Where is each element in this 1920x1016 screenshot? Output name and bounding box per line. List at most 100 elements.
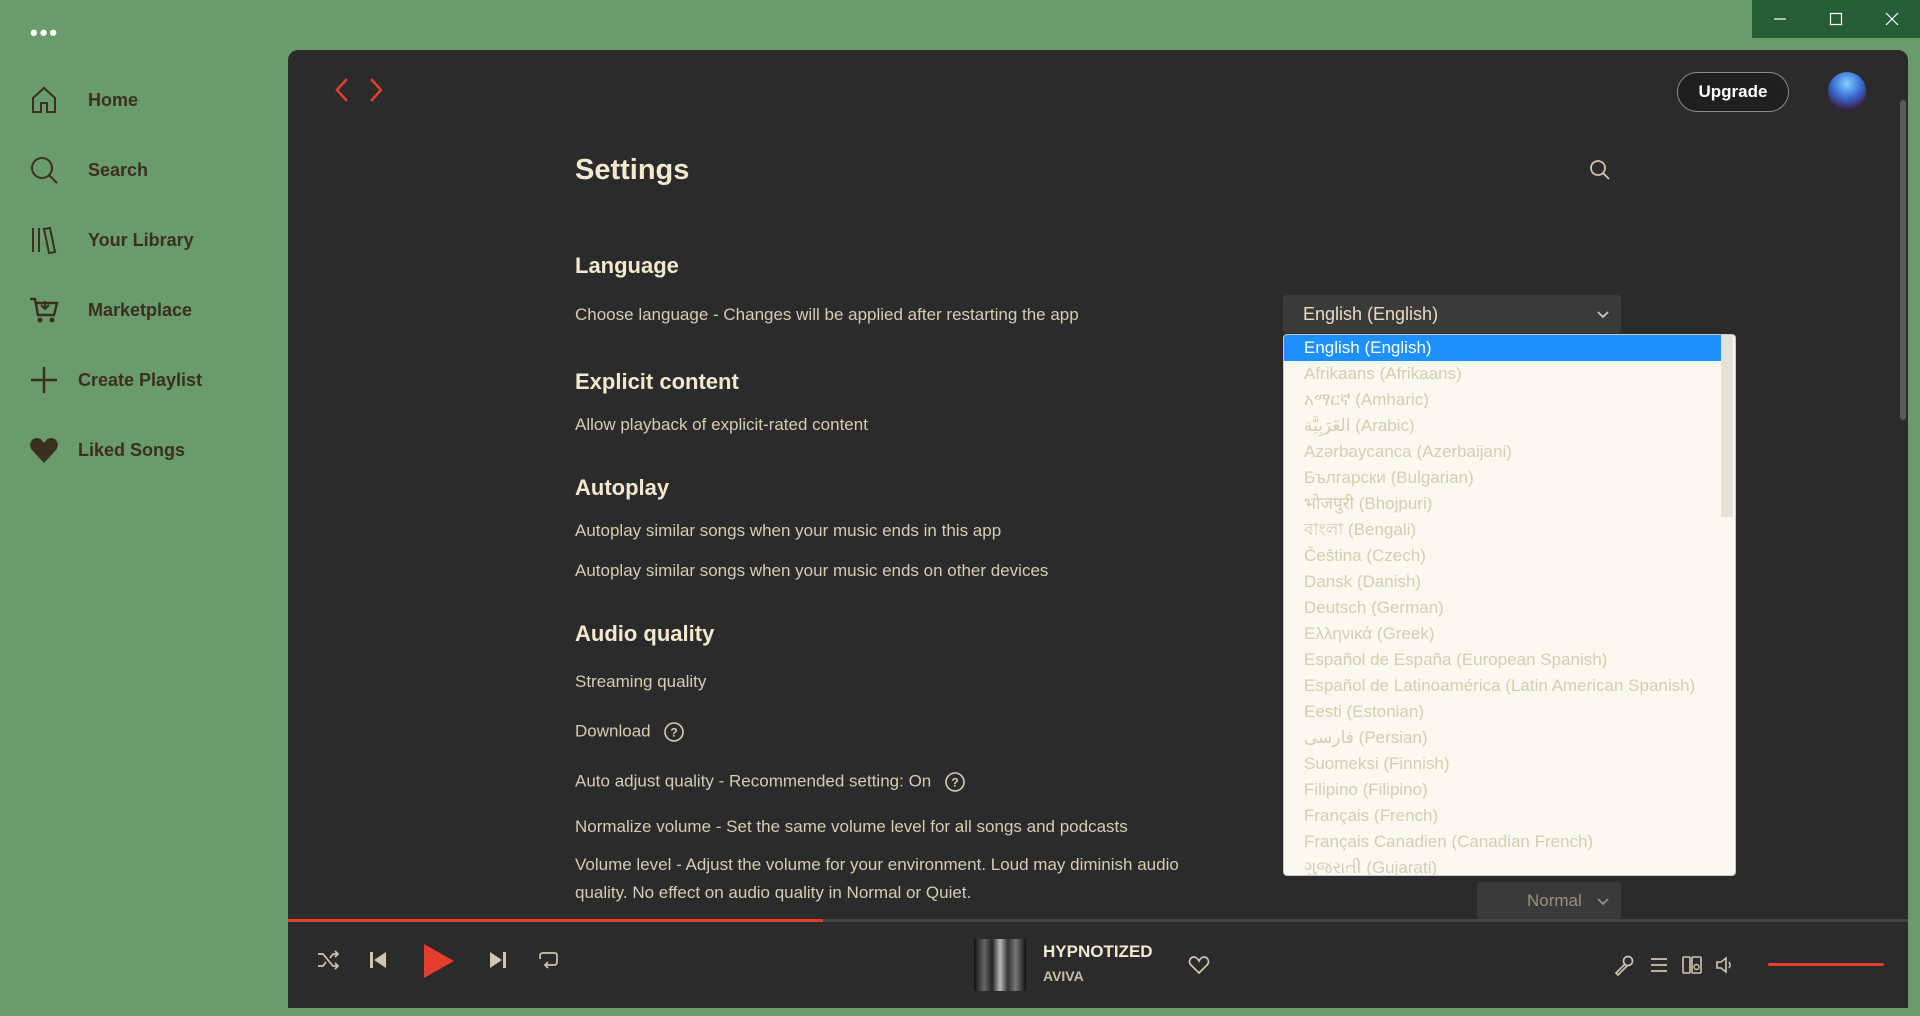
track-artist[interactable]: AVIVA (1043, 968, 1084, 984)
upgrade-button[interactable]: Upgrade (1677, 72, 1789, 112)
settings-search-button[interactable] (1588, 158, 1612, 187)
track-title[interactable]: HYPNOTIZED (1043, 942, 1153, 962)
sidebar-item-label: Home (88, 89, 139, 110)
dropdown-options: English (English) Afrikaans (Afrikaans) አማ… (1284, 335, 1735, 875)
chevron-down-icon (1597, 898, 1609, 906)
dropdown-option[interactable]: Čeština (Czech) (1284, 543, 1722, 569)
auto-adjust-label: Auto adjust quality - Recommended settin… (575, 771, 932, 791)
language-heading: Language (575, 253, 679, 278)
play-button[interactable] (420, 942, 456, 980)
sidebar-item-label: Search (88, 159, 149, 180)
heart-outline-icon (1188, 956, 1210, 975)
dropdown-option[interactable]: Español de Latinoamérica (Latin American… (1284, 673, 1722, 699)
close-icon (1885, 12, 1899, 26)
dropdown-option[interactable]: Afrikaans (Afrikaans) (1284, 361, 1722, 387)
shuffle-icon (318, 950, 340, 970)
close-button[interactable] (1864, 0, 1920, 38)
sidebar-item-create-playlist[interactable]: Create Playlist (28, 360, 202, 400)
queue-icon (1651, 958, 1667, 972)
skip-back-icon (370, 952, 386, 968)
maximize-icon (1829, 12, 1843, 26)
dropdown-option[interactable]: فارسی (Persian) (1284, 725, 1722, 751)
volume-slider[interactable] (1768, 963, 1884, 966)
like-button[interactable] (1188, 954, 1210, 976)
page-title: Settings (575, 154, 690, 186)
connect-device-button[interactable] (1681, 954, 1703, 976)
language-select[interactable]: English (English) (1283, 295, 1621, 333)
language-select-value: English (English) (1303, 303, 1439, 324)
dropdown-option[interactable]: Eesti (Estonian) (1284, 699, 1722, 725)
back-arrow-icon[interactable] (332, 76, 352, 104)
avatar[interactable] (1828, 72, 1866, 110)
search-icon (31, 157, 58, 184)
language-description: Choose language - Changes will be applie… (575, 305, 1079, 324)
skip-forward-icon (490, 952, 506, 968)
repeat-icon (539, 952, 558, 969)
sidebar-item-liked-songs[interactable]: Liked Songs (28, 430, 185, 470)
player-bar: HYPNOTIZED AVIVA (288, 922, 1908, 1008)
mute-button[interactable] (1714, 954, 1736, 976)
help-icon[interactable]: ? (663, 721, 685, 743)
dropdown-option[interactable]: ગુજરાતી (Gujarati) (1284, 855, 1722, 875)
dropdown-option[interactable]: Dansk (Danish) (1284, 569, 1722, 595)
previous-button[interactable] (366, 948, 390, 972)
app-menu-button[interactable]: ••• (30, 20, 59, 46)
download-label-row: Download ? (575, 721, 685, 743)
sidebar-item-search[interactable]: Search (28, 150, 148, 190)
dropdown-option[interactable]: Français Canadien (Canadian French) (1284, 829, 1722, 855)
sidebar-item-your-library[interactable]: Your Library (28, 220, 194, 260)
dropdown-option[interactable]: Български (Bulgarian) (1284, 465, 1722, 491)
microphone-icon (1614, 955, 1634, 976)
volume-level-label: Volume level - Adjust the volume for you… (575, 855, 1179, 902)
home-icon (32, 86, 56, 113)
dropdown-option[interactable]: Filipino (Filipino) (1284, 777, 1722, 803)
dropdown-option[interactable]: Español de España (European Spanish) (1284, 647, 1722, 673)
autoplay-this-app: Autoplay similar songs when your music e… (575, 521, 1002, 540)
dropdown-option[interactable]: Deutsch (German) (1284, 595, 1722, 621)
dropdown-option[interactable]: Français (French) (1284, 803, 1722, 829)
sidebar-item-home[interactable]: Home (28, 80, 138, 120)
sidebar-item-label: Liked Songs (78, 439, 186, 460)
streaming-quality-label: Streaming quality (575, 672, 707, 691)
help-icon[interactable]: ? (944, 771, 966, 793)
maximize-button[interactable] (1808, 0, 1864, 38)
dropdown-scrollbar[interactable] (1721, 335, 1733, 517)
dropdown-option[interactable]: العَرَبِيَّة (Arabic) (1284, 413, 1722, 439)
main-scrollbar[interactable] (1900, 100, 1906, 420)
next-button[interactable] (486, 948, 510, 972)
dropdown-option[interactable]: भोजपुरी (Bhojpuri) (1284, 491, 1722, 517)
autoplay-heading: Autoplay (575, 475, 670, 500)
dropdown-option[interactable]: አማርኛ (Amharic) (1284, 387, 1722, 413)
minimize-button[interactable] (1752, 0, 1808, 38)
svg-text:?: ? (671, 726, 678, 740)
sidebar-item-label: Your Library (88, 229, 194, 250)
heart-icon (30, 438, 58, 463)
album-cover[interactable] (974, 939, 1026, 991)
chevron-down-icon (1597, 311, 1609, 319)
language-dropdown-list[interactable]: English (English) Afrikaans (Afrikaans) አማ… (1283, 334, 1736, 876)
dropdown-option[interactable]: বাংলা (Bengali) (1284, 517, 1722, 543)
sidebar-item-marketplace[interactable]: Marketplace (28, 290, 192, 330)
search-icon (1590, 160, 1610, 180)
lyrics-button[interactable] (1613, 954, 1635, 976)
dropdown-option[interactable]: Azərbaycanca (Azerbaijani) (1284, 439, 1722, 465)
play-icon (424, 944, 454, 978)
explicit-heading: Explicit content (575, 369, 739, 394)
volume-level-select[interactable]: Normal (1477, 882, 1621, 920)
dropdown-option[interactable]: English (English) (1284, 335, 1722, 361)
plus-icon (31, 367, 57, 393)
forward-arrow-icon[interactable] (366, 76, 386, 104)
library-icon (32, 226, 57, 255)
download-label: Download (575, 721, 651, 741)
repeat-button[interactable] (536, 948, 560, 972)
dropdown-option[interactable]: Ελληνικά (Greek) (1284, 621, 1722, 647)
queue-button[interactable] (1648, 954, 1670, 976)
dropdown-option[interactable]: Suomeksi (Finnish) (1284, 751, 1722, 777)
audio-quality-heading: Audio quality (575, 621, 715, 646)
svg-text:?: ? (951, 776, 958, 790)
auto-adjust-row: Auto adjust quality - Recommended settin… (575, 771, 966, 793)
minimize-icon (1774, 18, 1786, 20)
autoplay-other-devices: Autoplay similar songs when your music e… (575, 561, 1049, 580)
shuffle-button[interactable] (316, 948, 340, 972)
devices-icon (1682, 956, 1702, 974)
